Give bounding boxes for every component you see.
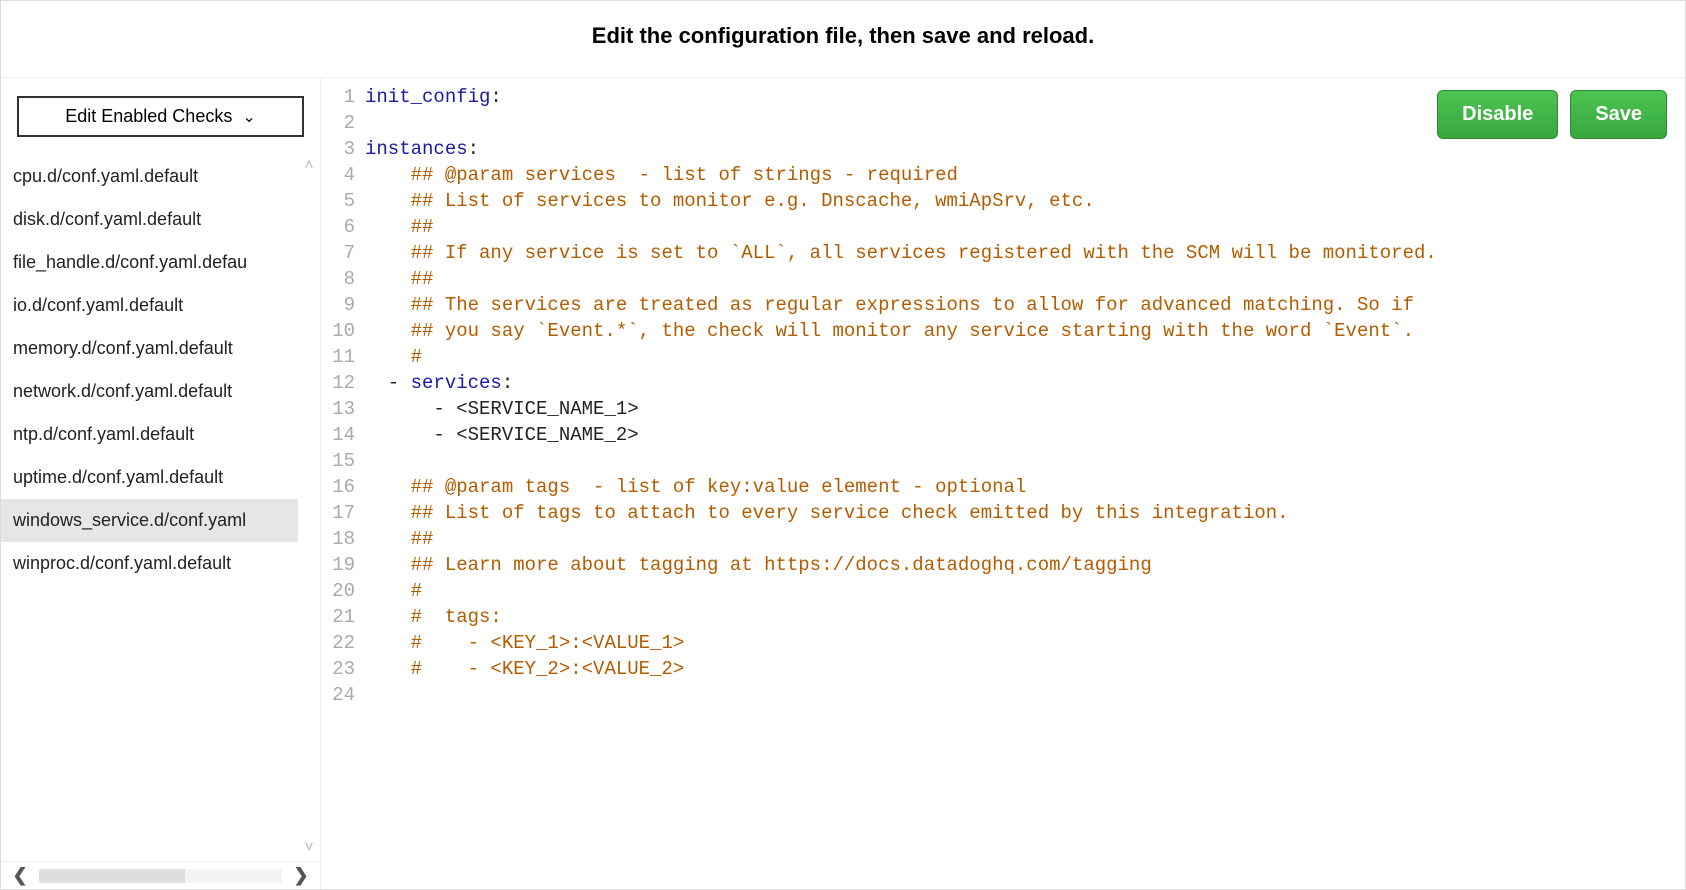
line-number: 21 — [321, 604, 355, 630]
code-line[interactable]: ## List of services to monitor e.g. Dnsc… — [365, 188, 1685, 214]
app-container: Edit the configuration file, then save a… — [0, 0, 1686, 890]
line-number: 4 — [321, 162, 355, 188]
line-number: 7 — [321, 240, 355, 266]
code-line[interactable]: instances: — [365, 136, 1685, 162]
line-number: 22 — [321, 630, 355, 656]
file-item[interactable]: network.d/conf.yaml.default — [1, 370, 298, 413]
code-line[interactable]: ## List of tags to attach to every servi… — [365, 500, 1685, 526]
code-line[interactable]: ## @param tags - list of key:value eleme… — [365, 474, 1685, 500]
code-line[interactable]: # — [365, 578, 1685, 604]
code-line[interactable]: # tags: — [365, 604, 1685, 630]
code-line[interactable]: ## @param services - list of strings - r… — [365, 162, 1685, 188]
code-line[interactable]: # - <KEY_2>:<VALUE_2> — [365, 656, 1685, 682]
scroll-left-arrow[interactable]: ❮ — [9, 865, 31, 886]
dropdown-label: Edit Enabled Checks — [65, 106, 232, 127]
file-item[interactable]: windows_service.d/conf.yaml — [1, 499, 298, 542]
file-list-inner[interactable]: cpu.d/conf.yaml.defaultdisk.d/conf.yaml.… — [1, 155, 320, 861]
code-line[interactable]: - <SERVICE_NAME_2> — [365, 422, 1685, 448]
line-number: 11 — [321, 344, 355, 370]
line-number: 12 — [321, 370, 355, 396]
code-line[interactable]: ## If any service is set to `ALL`, all s… — [365, 240, 1685, 266]
line-number: 23 — [321, 656, 355, 682]
code-line[interactable]: ## The services are treated as regular e… — [365, 292, 1685, 318]
line-number: 8 — [321, 266, 355, 292]
scroll-up-arrow[interactable]: ˄ — [300, 157, 318, 175]
line-number: 24 — [321, 682, 355, 708]
code-line[interactable]: ## — [365, 214, 1685, 240]
code-line[interactable]: ## you say `Event.*`, the check will mon… — [365, 318, 1685, 344]
line-number: 17 — [321, 500, 355, 526]
code-line[interactable]: - <SERVICE_NAME_1> — [365, 396, 1685, 422]
editor-actions: Disable Save — [1437, 90, 1667, 139]
line-number: 2 — [321, 110, 355, 136]
code-line[interactable]: ## — [365, 266, 1685, 292]
scroll-down-arrow[interactable]: ˅ — [300, 839, 318, 857]
line-number: 15 — [321, 448, 355, 474]
page-title: Edit the configuration file, then save a… — [1, 1, 1685, 78]
file-item[interactable]: ntp.d/conf.yaml.default — [1, 413, 298, 456]
code-line[interactable]: - services: — [365, 370, 1685, 396]
scrollbar-track[interactable] — [39, 869, 282, 883]
file-item[interactable]: memory.d/conf.yaml.default — [1, 327, 298, 370]
file-list: cpu.d/conf.yaml.defaultdisk.d/conf.yaml.… — [1, 155, 320, 861]
line-number: 19 — [321, 552, 355, 578]
code-line[interactable]: # - <KEY_1>:<VALUE_1> — [365, 630, 1685, 656]
line-number: 9 — [321, 292, 355, 318]
save-button[interactable]: Save — [1570, 90, 1667, 139]
file-item[interactable]: file_handle.d/conf.yaml.defau — [1, 241, 298, 284]
line-number: 5 — [321, 188, 355, 214]
chevron-down-icon: ⌄ — [242, 107, 255, 127]
code-line[interactable]: # — [365, 344, 1685, 370]
line-number: 13 — [321, 396, 355, 422]
scrollbar-thumb[interactable] — [39, 869, 185, 883]
code-area[interactable]: 123456789101112131415161718192021222324 … — [321, 78, 1685, 889]
code-line[interactable] — [365, 682, 1685, 708]
scroll-right-arrow[interactable]: ❯ — [290, 865, 312, 886]
file-item[interactable]: cpu.d/conf.yaml.default — [1, 155, 298, 198]
line-number-gutter: 123456789101112131415161718192021222324 — [321, 84, 365, 889]
horizontal-scrollbar[interactable]: ❮ ❯ — [1, 861, 320, 889]
line-number: 20 — [321, 578, 355, 604]
line-number: 18 — [321, 526, 355, 552]
file-item[interactable]: disk.d/conf.yaml.default — [1, 198, 298, 241]
file-item[interactable]: winproc.d/conf.yaml.default — [1, 542, 298, 585]
file-item[interactable]: io.d/conf.yaml.default — [1, 284, 298, 327]
code-line[interactable] — [365, 448, 1685, 474]
line-number: 1 — [321, 84, 355, 110]
sidebar: Edit Enabled Checks ⌄ cpu.d/conf.yaml.de… — [1, 78, 321, 889]
line-number: 14 — [321, 422, 355, 448]
file-item[interactable]: uptime.d/conf.yaml.default — [1, 456, 298, 499]
main-body: Edit Enabled Checks ⌄ cpu.d/conf.yaml.de… — [1, 78, 1685, 889]
code-line[interactable]: ## Learn more about tagging at https://d… — [365, 552, 1685, 578]
disable-button[interactable]: Disable — [1437, 90, 1558, 139]
line-number: 10 — [321, 318, 355, 344]
line-number: 6 — [321, 214, 355, 240]
code-editor: Disable Save 123456789101112131415161718… — [321, 78, 1685, 889]
code-line[interactable]: ## — [365, 526, 1685, 552]
line-number: 3 — [321, 136, 355, 162]
edit-enabled-checks-dropdown[interactable]: Edit Enabled Checks ⌄ — [17, 96, 304, 137]
line-number: 16 — [321, 474, 355, 500]
code-content[interactable]: init_config: instances: ## @param servic… — [365, 84, 1685, 889]
